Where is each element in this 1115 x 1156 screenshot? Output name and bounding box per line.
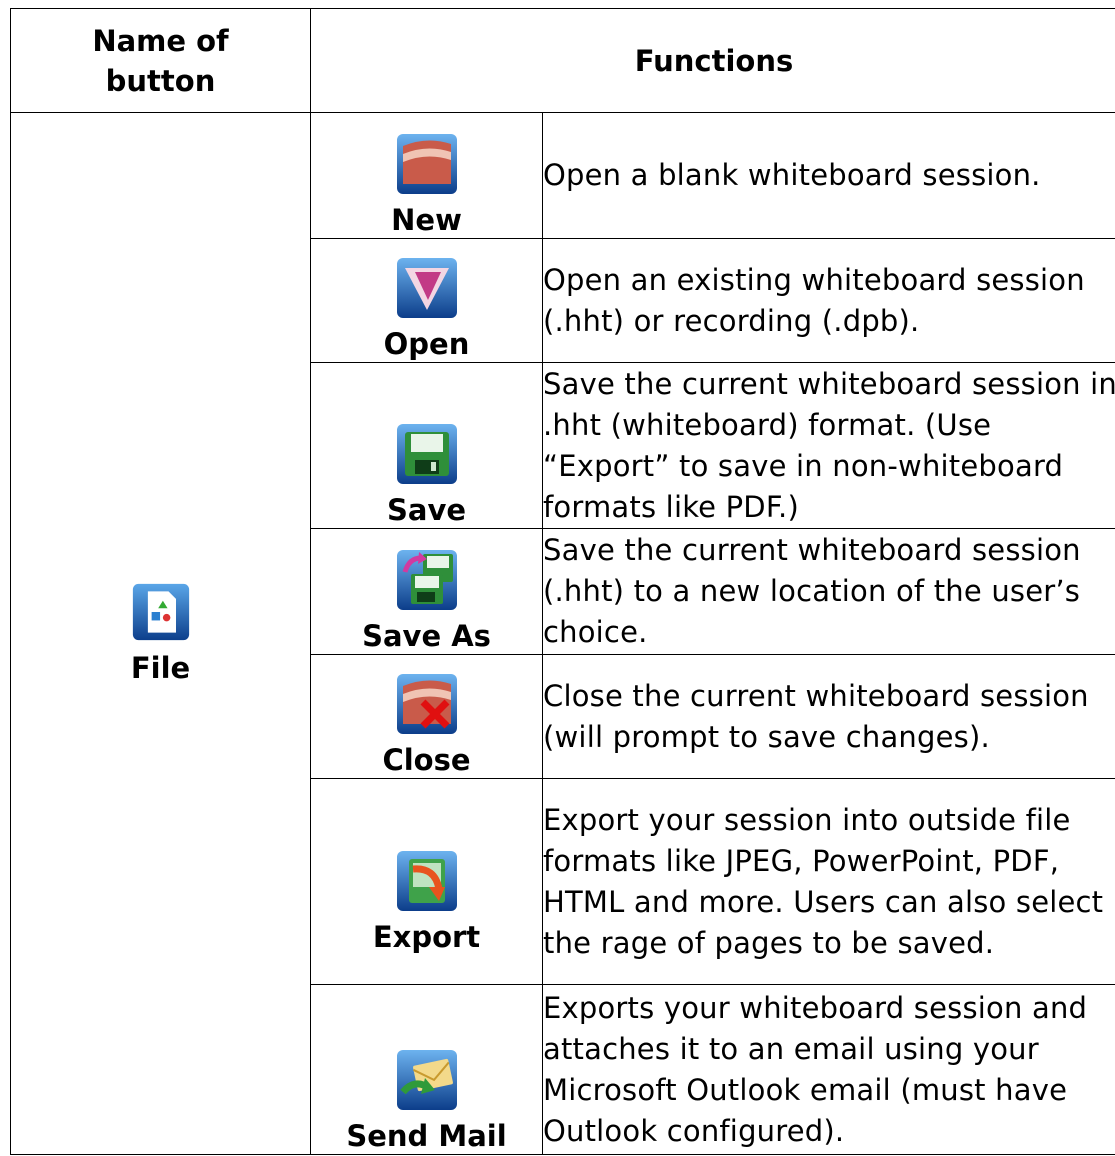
file-group-cell: File (10, 112, 311, 1155)
table-row: File New Open a blank whiteboard session… (10, 112, 1115, 1155)
file-label: File (130, 650, 191, 685)
save-button-cell: Save (310, 362, 543, 529)
new-icon[interactable] (395, 132, 459, 196)
new-description: Open a blank whiteboard session. (541, 112, 1115, 239)
export-button-cell: Export (310, 778, 543, 985)
file-icon[interactable] (131, 582, 191, 642)
save-as-button-cell: Save As (310, 528, 543, 655)
send-mail-label: Send Mail (346, 1119, 507, 1153)
export-description: Export your session into outside file fo… (541, 778, 1115, 985)
open-icon[interactable] (395, 256, 459, 320)
save-as-label: Save As (362, 619, 491, 653)
save-as-description: Save the current whiteboard session (.hh… (541, 528, 1115, 655)
open-button-cell: Open (310, 238, 543, 363)
export-label: Export (372, 919, 481, 954)
open-description: Open an existing whiteboard session (.hh… (541, 238, 1115, 363)
send-mail-icon[interactable] (395, 1048, 459, 1112)
close-icon[interactable] (395, 672, 459, 736)
new-button-cell: New (310, 112, 543, 239)
send-mail-button-cell: Send Mail (310, 984, 543, 1155)
close-button-cell: Close (310, 654, 543, 779)
header-row: Name of button Functions (10, 8, 1115, 113)
button-functions-table: Name of button Functions File New Open a… (10, 8, 1115, 1155)
send-mail-description: Exports your whiteboard session and atta… (541, 984, 1115, 1155)
save-icon[interactable] (395, 422, 459, 486)
save-description: Save the current whiteboard session in .… (541, 362, 1115, 529)
save-as-icon[interactable] (395, 548, 459, 612)
new-label: New (391, 203, 462, 237)
close-description: Close the current whiteboard session (wi… (541, 654, 1115, 779)
header-name-of-button: Name of button (10, 8, 311, 113)
open-label: Open (383, 327, 470, 361)
close-label: Close (382, 743, 471, 777)
save-label: Save (386, 493, 467, 527)
export-icon[interactable] (395, 849, 459, 913)
header-functions: Functions (309, 8, 1115, 113)
